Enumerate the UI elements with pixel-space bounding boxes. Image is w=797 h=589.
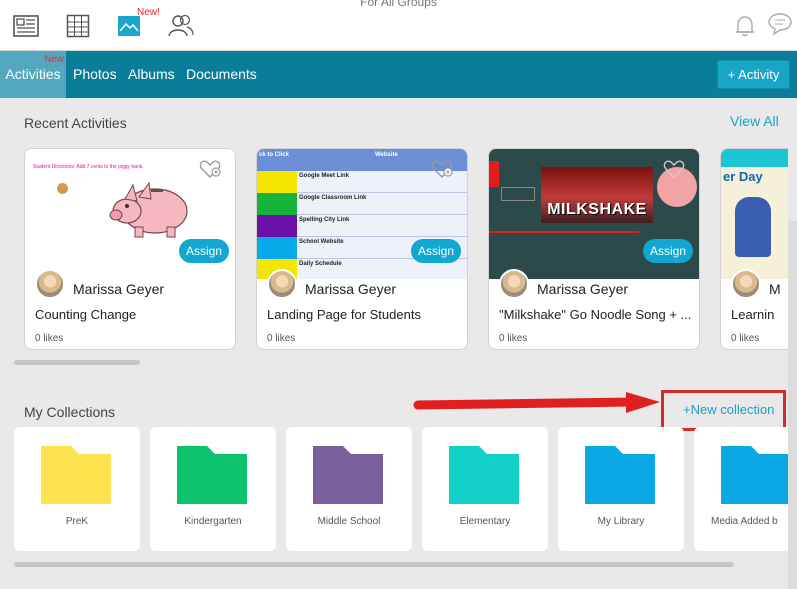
thumbnail-text: er Day <box>723 169 763 184</box>
new-collection-link[interactable]: +New collection <box>683 402 774 417</box>
horizontal-scrollbar[interactable] <box>14 360 140 365</box>
collection-card[interactable]: PreK <box>14 427 140 551</box>
activity-card[interactable]: ck to Click Website Google Meet Link Goo… <box>256 148 468 350</box>
collection-label: My Library <box>597 516 645 527</box>
thumbnail-row: Google Classroom Link <box>299 195 367 201</box>
activity-title: Counting Change <box>35 307 137 322</box>
vertical-scrollbar[interactable] <box>788 221 797 589</box>
thumbnail-row: Google Meet Link <box>299 173 350 179</box>
folder-icon <box>41 446 111 504</box>
chat-icon[interactable] <box>767 12 793 36</box>
add-activity-button[interactable]: + Activity <box>717 60 790 89</box>
avatar <box>35 269 65 299</box>
newsfeed-icon[interactable] <box>13 14 39 38</box>
collection-label: PreK <box>65 516 89 527</box>
folder-icon <box>177 446 247 504</box>
activity-title: "Milkshake" Go Noodle Song + ... <box>499 307 692 322</box>
tab-albums[interactable]: Albums <box>128 51 175 98</box>
favorite-heart-icon[interactable] <box>199 159 221 179</box>
tab-photos[interactable]: Photos <box>73 51 117 98</box>
collection-label: Elementary <box>459 516 511 527</box>
collection-label: Kindergarten <box>184 516 242 527</box>
collection-label: Media Added b <box>711 516 778 527</box>
tab-label: Activities <box>5 66 61 82</box>
activity-card[interactable]: Student Directions: Add 7 cents to the p… <box>24 148 236 350</box>
red-arrow-annotation <box>413 392 660 413</box>
horizontal-scrollbar[interactable] <box>14 562 734 567</box>
assign-button[interactable]: Assign <box>642 239 693 263</box>
assign-button[interactable]: Assign <box>178 239 229 263</box>
tab-label: Photos <box>73 66 117 82</box>
author-name: Marissa Geyer <box>73 281 165 297</box>
tab-documents[interactable]: Documents <box>186 51 257 98</box>
calendar-grid-icon[interactable] <box>66 14 92 38</box>
folder-icon <box>585 446 655 504</box>
favorite-heart-icon[interactable] <box>663 159 685 179</box>
tab-label: Albums <box>128 66 175 82</box>
tab-activities[interactable]: Activities New <box>0 51 66 98</box>
avatar <box>267 269 297 299</box>
new-badge: New! <box>137 7 160 18</box>
assign-button[interactable]: Assign <box>410 239 461 263</box>
view-all-link[interactable]: View All <box>730 113 779 129</box>
people-icon[interactable] <box>168 14 194 38</box>
favorite-heart-icon[interactable] <box>431 159 453 179</box>
thumbnail-text: Student Directions: Add 7 cents to the p… <box>33 164 144 170</box>
thumbnail-row: Daily Schedule <box>299 261 342 267</box>
coin-icon <box>57 183 68 194</box>
thumbnail-word: MILKSHAKE <box>547 201 647 218</box>
collection-card[interactable]: Kindergarten <box>150 427 276 551</box>
folder-icon <box>313 446 383 504</box>
likes-count: 0 likes <box>499 333 528 344</box>
thumbnail-row: School Website <box>299 239 344 245</box>
collection-card[interactable]: Elementary <box>422 427 548 551</box>
activity-title: Landing Page for Students <box>267 307 421 322</box>
activity-card[interactable]: er Day M Learnin 0 likes <box>720 148 788 350</box>
collection-card[interactable]: My Library <box>558 427 684 551</box>
piggy-bank-icon <box>109 181 188 238</box>
thumbnail-header: ck to Click <box>259 152 290 158</box>
likes-count: 0 likes <box>731 333 760 344</box>
new-badge: New <box>44 54 65 65</box>
group-title: For All Groups <box>360 0 437 9</box>
nav-bar: Activities New Photos Albums Documents <box>0 51 797 98</box>
author-name: M <box>769 281 781 297</box>
collection-label: Middle School <box>317 516 381 527</box>
top-toolbar: For All Groups New! <box>0 0 797 51</box>
video-thumbnail: MILKSHAKE <box>541 167 653 223</box>
author-name: Marissa Geyer <box>305 281 397 297</box>
tab-label: Documents <box>186 66 257 82</box>
likes-count: 0 likes <box>267 333 296 344</box>
thumbnail-header: Website <box>375 152 398 158</box>
activity-thumbnail: er Day <box>721 149 788 279</box>
activity-card[interactable]: MILKSHAKE Assign Marissa Geyer "Milkshak… <box>488 148 700 350</box>
avatar <box>731 269 761 299</box>
collection-card[interactable]: Media Added b <box>694 427 788 551</box>
author-name: Marissa Geyer <box>537 281 629 297</box>
folder-icon <box>449 446 519 504</box>
recent-activities-heading: Recent Activities <box>24 115 127 131</box>
activity-title: Learnin <box>731 307 775 322</box>
likes-count: 0 likes <box>35 333 64 344</box>
bell-icon[interactable] <box>733 14 759 38</box>
my-collections-heading: My Collections <box>24 404 116 420</box>
collection-card[interactable]: Middle School <box>286 427 412 551</box>
thumbnail-row: Spelling City Link <box>299 217 350 223</box>
folder-icon <box>721 446 788 504</box>
avatar <box>499 269 529 299</box>
